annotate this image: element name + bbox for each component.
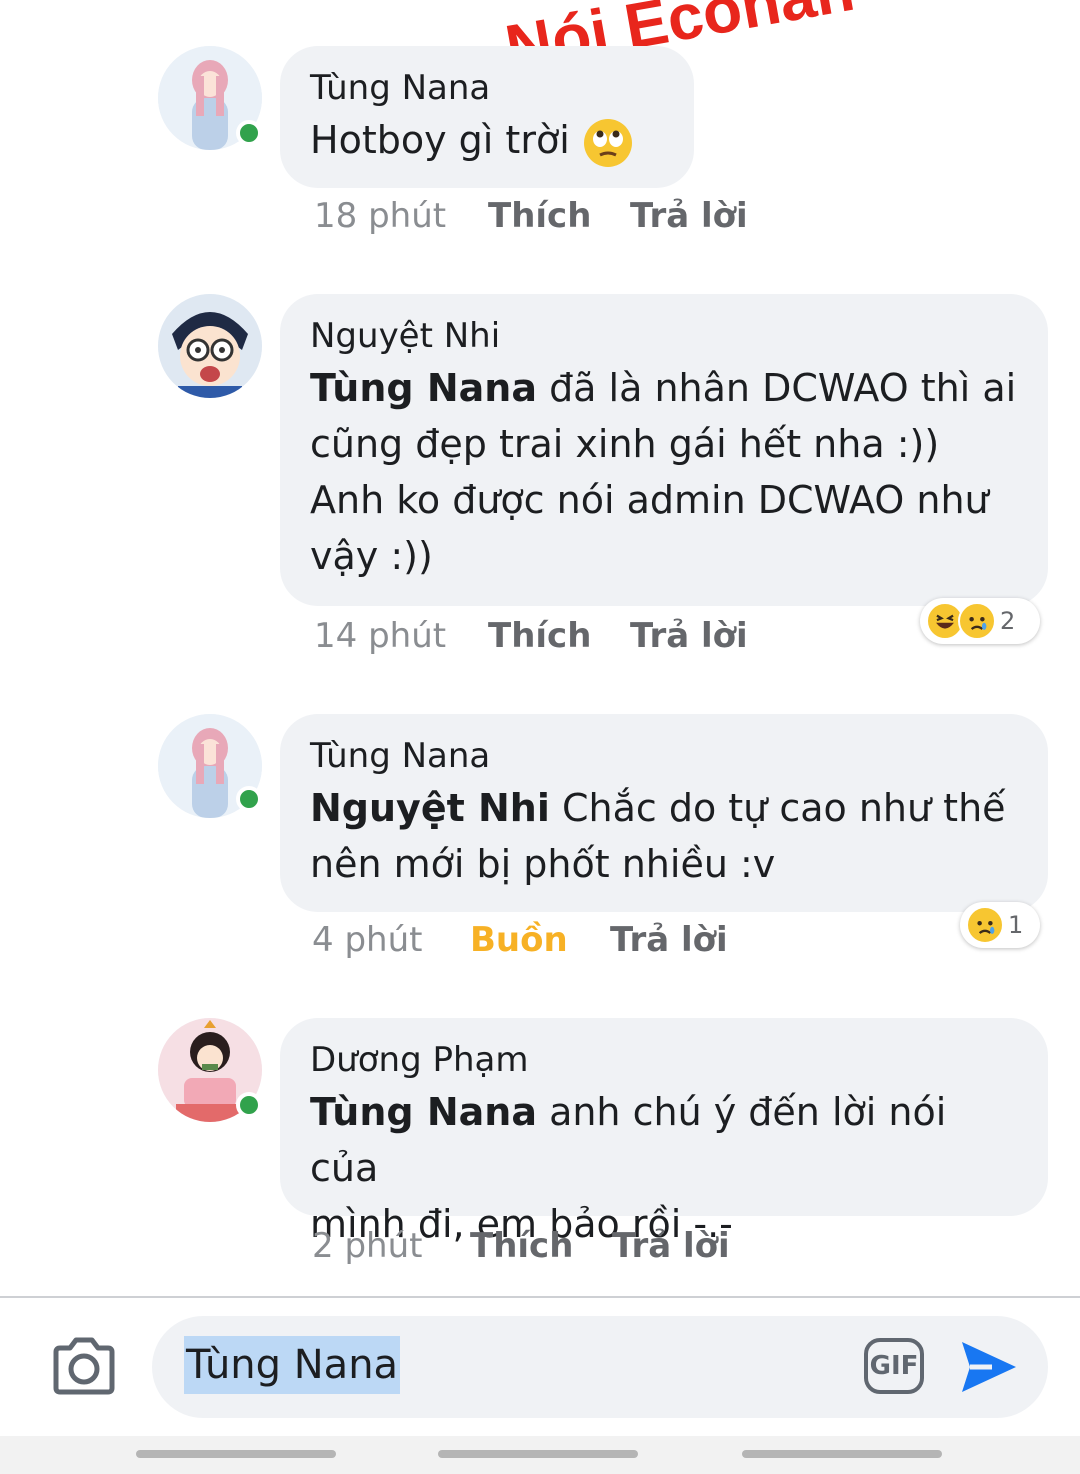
comment-author[interactable]: Tùng Nana	[310, 732, 1018, 780]
comment-line: vậy :))	[310, 534, 433, 578]
composer-divider	[0, 1296, 1080, 1298]
mention-link[interactable]: Nguyệt Nhi	[310, 786, 550, 830]
comment-line: Anh ko được nói admin DCWAO như	[310, 478, 989, 522]
comment-author[interactable]: Tùng Nana	[310, 64, 664, 112]
comment-bubble[interactable]: Nguyệt Nhi Tùng Nana đã là nhân DCWAO th…	[280, 294, 1048, 606]
sad-emoji	[958, 602, 996, 640]
comment-author[interactable]: Dương Phạm	[310, 1036, 1018, 1084]
nav-back-handle[interactable]	[742, 1450, 942, 1458]
reaction-summary[interactable]: 1	[960, 902, 1040, 948]
reply-button[interactable]: Trả lời	[630, 196, 748, 236]
mention-link[interactable]: Tùng Nana	[310, 1090, 537, 1134]
reply-button[interactable]: Trả lời	[610, 920, 728, 960]
nav-recent-handle[interactable]	[136, 1450, 336, 1458]
reaction-summary[interactable]: 2	[920, 598, 1040, 644]
nav-home-handle[interactable]	[438, 1450, 638, 1458]
comment-text: Tùng Nana đã là nhân DCWAO thì ai cũng đ…	[310, 360, 1018, 584]
comment-time[interactable]: 2 phút	[312, 1226, 422, 1266]
system-nav-bar	[0, 1436, 1080, 1474]
online-indicator	[236, 120, 262, 146]
comment-bubble[interactable]: Dương Phạm Tùng Nana anh chú ý đến lời n…	[280, 1018, 1048, 1246]
comment-bubble[interactable]: Tùng Nana Nguyệt Nhi Chắc do tự cao như …	[280, 714, 1048, 912]
eye-roll-emoji	[583, 118, 632, 167]
comment-author[interactable]: Nguyệt Nhi	[310, 312, 1018, 360]
comment-line: cũng đẹp trai xinh gái hết nha :))	[310, 422, 940, 466]
comment-input[interactable]: Tùng Nana	[184, 1336, 401, 1394]
comment-line: nên mới bị phốt nhiều :v	[310, 842, 776, 886]
comment-body: Hotboy gì trời	[310, 118, 570, 162]
reply-button[interactable]: Trả lời	[612, 1226, 730, 1266]
comment-bubble[interactable]: Tùng Nana Hotboy gì trời	[280, 46, 694, 188]
camera-icon[interactable]	[50, 1336, 118, 1396]
like-button[interactable]: Thích	[488, 616, 591, 656]
reaction-count: 2	[1000, 607, 1016, 635]
sad-emoji	[966, 906, 1004, 944]
mention-link[interactable]: Tùng Nana	[310, 366, 537, 410]
send-icon[interactable]	[958, 1338, 1020, 1396]
reaction-count: 1	[1008, 911, 1024, 939]
like-button[interactable]: Thích	[470, 1226, 573, 1266]
comment-text: Hotboy gì trời	[310, 112, 664, 169]
comment-line: Chắc do tự cao như thế	[549, 786, 1006, 830]
avatar-nguyet-nhi[interactable]	[158, 294, 262, 398]
comment-time[interactable]: 18 phút	[314, 196, 446, 236]
reply-button[interactable]: Trả lời	[630, 616, 748, 656]
online-indicator	[236, 786, 262, 812]
like-button[interactable]: Thích	[488, 196, 591, 236]
comment-line: đã là nhân DCWAO thì ai	[536, 366, 1017, 410]
comment-time[interactable]: 4 phút	[312, 920, 422, 960]
comment-text: Nguyệt Nhi Chắc do tự cao như thế nên mớ…	[310, 780, 1018, 892]
comment-composer: Tùng Nana GIF	[152, 1316, 1048, 1418]
comment-time[interactable]: 14 phút	[314, 616, 446, 656]
online-indicator	[236, 1092, 262, 1118]
sad-reaction-button[interactable]: Buồn	[470, 920, 568, 960]
gif-button[interactable]: GIF	[864, 1338, 924, 1394]
